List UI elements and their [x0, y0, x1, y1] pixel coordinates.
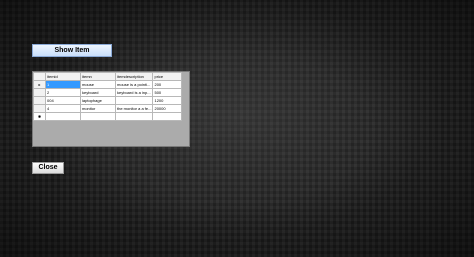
column-header-price[interactable]: price — [152, 72, 183, 81]
table-row[interactable]: 2 keyboard keyboard is a inp... 500 — [33, 88, 183, 97]
cell-itemid[interactable]: 004 — [45, 96, 81, 105]
row-header-cell[interactable] — [33, 96, 46, 105]
cell-itemn[interactable]: monitor — [80, 104, 116, 113]
table-row[interactable]: 4 monitor the monitor a a fe... 20000 — [33, 104, 183, 113]
items-table: itemid itemn itemdescription price ▸ 1 m… — [33, 72, 183, 121]
cell-itemdescription[interactable]: keyboard is a inp... — [114, 88, 154, 97]
cell-itemid[interactable]: 2 — [45, 88, 81, 97]
cell-itemn[interactable]: laptophage — [80, 96, 116, 105]
cell-price[interactable]: 20000 — [152, 104, 183, 113]
close-button[interactable]: Close — [32, 162, 64, 174]
corner-header-cell[interactable] — [33, 72, 46, 81]
row-header-cell[interactable] — [33, 88, 46, 97]
cell-itemn[interactable]: keyboard — [80, 88, 116, 97]
column-header-itemid[interactable]: itemid — [45, 72, 81, 81]
cell-itemn[interactable]: mouse — [80, 80, 116, 89]
new-row[interactable]: ✱ — [33, 112, 183, 121]
header-row: itemid itemn itemdescription price — [33, 72, 183, 81]
cell-itemid[interactable]: 4 — [45, 104, 81, 113]
cell-price[interactable]: 500 — [152, 88, 183, 97]
cell-itemdescription[interactable] — [114, 96, 154, 105]
cell-itemid[interactable]: 1 — [45, 80, 81, 89]
table-row[interactable]: 004 laptophage 1200 — [33, 96, 183, 105]
cell-price[interactable]: 200 — [152, 80, 183, 89]
column-header-itemdescription[interactable]: itemdescription — [114, 72, 154, 81]
current-row-icon[interactable]: ▸ — [33, 80, 46, 89]
cell-itemdescription[interactable]: the monitor a a fe... — [114, 104, 154, 113]
new-cell-itemn[interactable] — [80, 112, 116, 121]
table-row[interactable]: ▸ 1 mouse mouse is a pointi... 200 — [33, 80, 183, 89]
show-item-button[interactable]: Show Item — [32, 44, 112, 57]
items-data-grid[interactable]: itemid itemn itemdescription price ▸ 1 m… — [32, 71, 190, 147]
new-cell-price[interactable] — [152, 112, 183, 121]
new-cell-itemdescription[interactable] — [114, 112, 154, 121]
cell-price[interactable]: 1200 — [152, 96, 183, 105]
row-header-cell[interactable] — [33, 104, 46, 113]
cell-itemdescription[interactable]: mouse is a pointi... — [114, 80, 154, 89]
column-header-itemn[interactable]: itemn — [80, 72, 116, 81]
new-cell-itemid[interactable] — [45, 112, 81, 121]
new-row-icon[interactable]: ✱ — [33, 112, 46, 121]
